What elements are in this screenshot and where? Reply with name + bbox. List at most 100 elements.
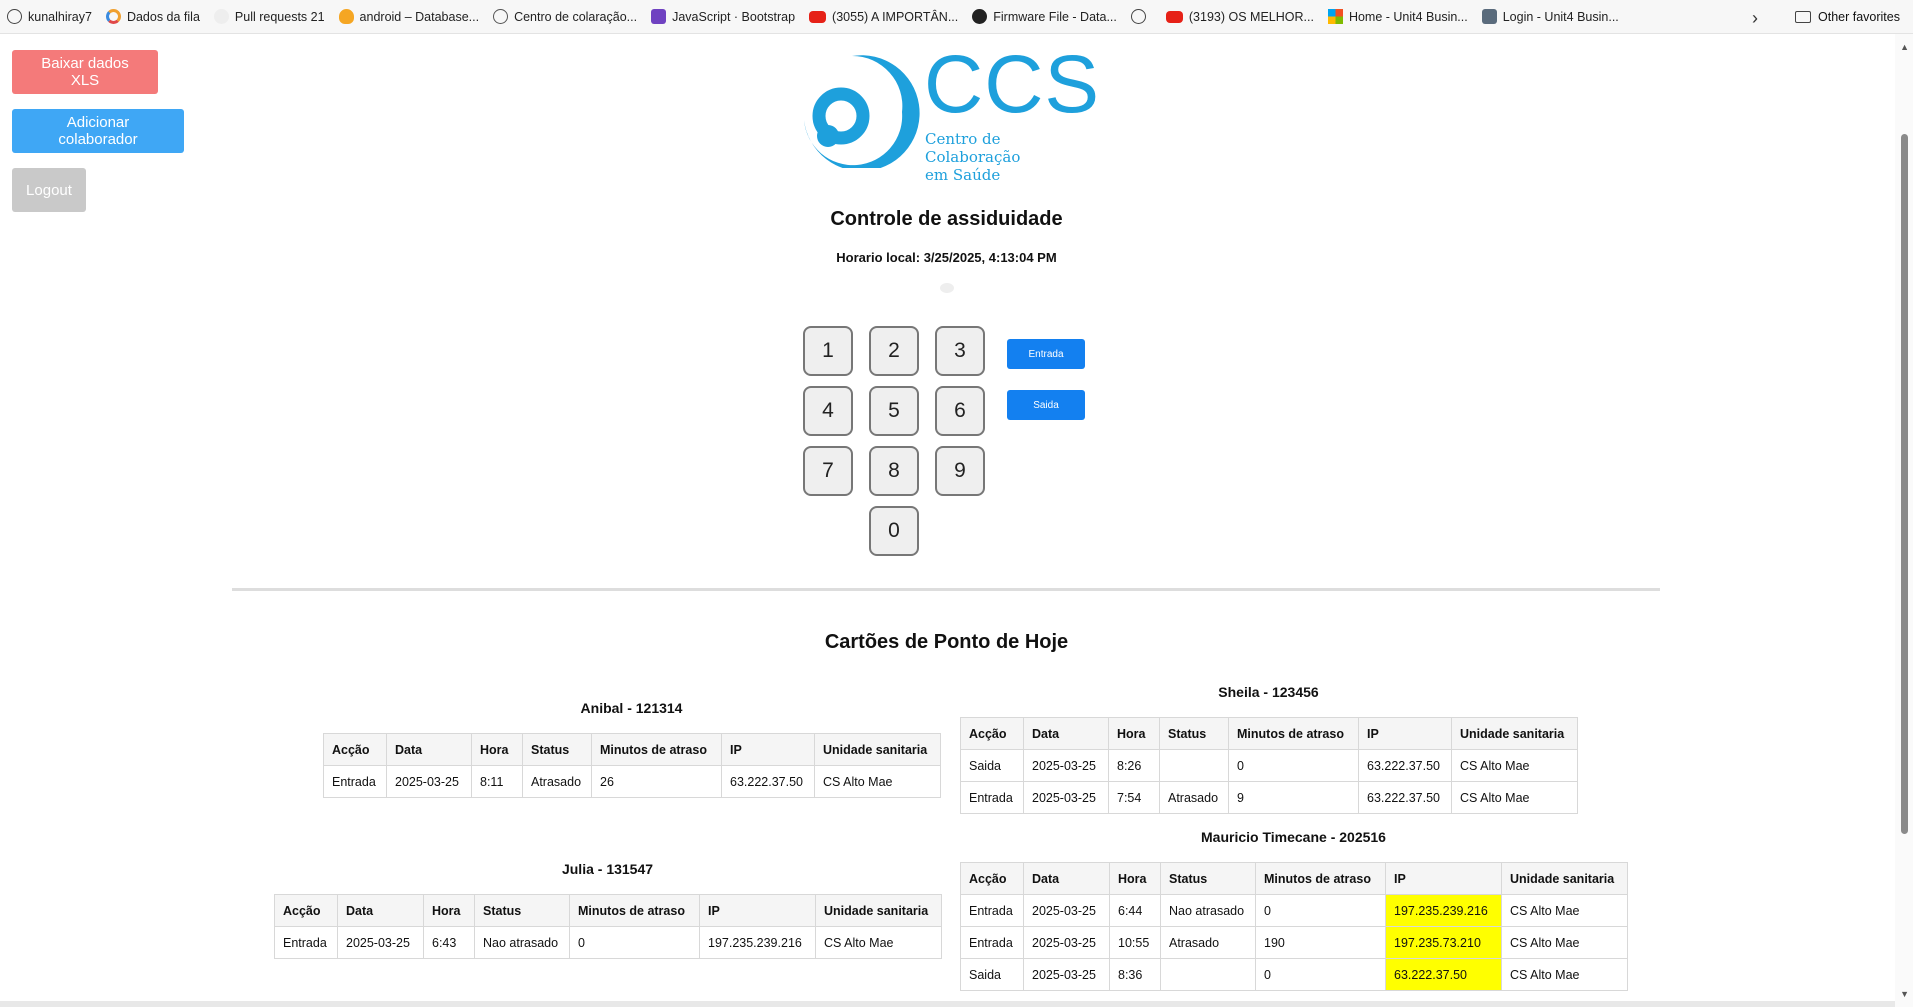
- bs-icon: [651, 9, 667, 24]
- bookmark-label: Centro de colaração...: [514, 9, 638, 24]
- bookmark-item[interactable]: JavaScript · Bootstrap: [644, 0, 802, 34]
- keypad-key-2[interactable]: 2: [869, 326, 919, 376]
- column-header: Minutos de atraso: [1255, 862, 1386, 895]
- column-header: Unidade sanitaria: [814, 733, 941, 766]
- bookmark-label: Home - Unit4 Busin...: [1348, 9, 1468, 24]
- table-cell: Entrada: [960, 926, 1024, 959]
- timecard-table: Acção Data Hora Status Minutos de atraso IP Un…: [274, 894, 942, 959]
- column-header: Status: [1160, 862, 1256, 895]
- timecard-title: Sheila - 123456: [1218, 684, 1319, 700]
- table-cell: [1160, 958, 1256, 991]
- table-cell: CS Alto Mae: [814, 765, 941, 798]
- bookmark-label: Pull requests 21: [234, 9, 325, 24]
- table-cell: 197.235.73.210: [1385, 926, 1502, 959]
- bookmark-item[interactable]: Pull requests 21: [207, 0, 332, 34]
- saida-button[interactable]: Saida: [1007, 390, 1085, 420]
- column-header: IP: [1358, 717, 1452, 750]
- table-cell: 2025-03-25: [337, 926, 424, 959]
- fw-icon: [972, 9, 988, 24]
- table-cell: 0: [1255, 894, 1386, 927]
- bookmark-label: (3193) OS MELHOR...: [1188, 9, 1314, 24]
- column-header: Acção: [323, 733, 387, 766]
- table-cell: 0: [569, 926, 700, 959]
- bookmark-label: Dados da fila: [126, 9, 200, 24]
- column-header: Data: [1023, 862, 1110, 895]
- table-cell: 10:55: [1109, 926, 1161, 959]
- table-cell: 7:54: [1108, 781, 1160, 814]
- local-time: Horario local: 3/25/2025, 4:13:04 PM: [836, 250, 1057, 265]
- table-row: Saida 2025-03-25 8:36 0 63.222.37.50 CS Alto …: [960, 958, 1628, 991]
- table-cell: 63.222.37.50: [1358, 781, 1452, 814]
- table-cell: 2025-03-25: [1023, 894, 1110, 927]
- keypad-key-0[interactable]: 0: [869, 506, 919, 556]
- bookmark-item[interactable]: Centro de colaração...: [486, 0, 644, 34]
- table-cell: CS Alto Mae: [815, 926, 942, 959]
- yt-icon: [809, 10, 827, 23]
- scrollbar-thumb[interactable]: [1901, 134, 1908, 834]
- entrada-button[interactable]: Entrada: [1007, 339, 1085, 369]
- table-cell: CS Alto Mae: [1501, 894, 1628, 927]
- logout-button[interactable]: Logout: [12, 168, 86, 212]
- globe-icon: [1130, 9, 1146, 24]
- bookmark-item[interactable]: Dados da fila: [99, 0, 207, 34]
- logo-subtitle-line1: Centro de Colaboração: [925, 130, 1021, 166]
- column-header: IP: [699, 894, 816, 927]
- table-cell: Atrasado: [1159, 781, 1229, 814]
- table-cell: 2025-03-25: [1023, 781, 1109, 814]
- scroll-down-icon[interactable]: ▼: [1900, 989, 1909, 999]
- download-xls-button[interactable]: Baixar dados XLS: [12, 50, 158, 94]
- keypad-key-1[interactable]: 1: [803, 326, 853, 376]
- table-cell: 2025-03-25: [1023, 926, 1110, 959]
- table-cell: Entrada: [960, 781, 1024, 814]
- chevron-right-icon[interactable]: ›: [1752, 8, 1758, 29]
- bookmark-label: (3055) A IMPORTÂN...: [832, 9, 959, 24]
- ccs-logo-mark: [804, 55, 920, 172]
- bookmark-item[interactable]: Login - Unit4 Busin...: [1475, 0, 1626, 34]
- gh-icon: [213, 9, 229, 24]
- table-cell: 8:11: [471, 765, 523, 798]
- ring-icon: [105, 9, 121, 24]
- table-header-row: Acção Data Hora Status Minutos de atraso IP Un…: [960, 862, 1628, 895]
- table-row: Entrada 2025-03-25 7:54 Atrasado 9 63.222.37.…: [960, 781, 1578, 814]
- horizontal-scrollbar[interactable]: [0, 1001, 1895, 1007]
- keypad-key-3[interactable]: 3: [935, 326, 985, 376]
- table-cell: 9: [1228, 781, 1359, 814]
- globe-icon: [7, 9, 22, 24]
- scroll-up-icon[interactable]: ▲: [1900, 42, 1909, 52]
- bookmark-item[interactable]: (3193) OS MELHOR...: [1159, 0, 1321, 34]
- bookmark-item[interactable]: android – Database...: [332, 0, 487, 34]
- add-collaborator-button[interactable]: Adicionar colaborador: [12, 109, 184, 153]
- column-header: Minutos de atraso: [1228, 717, 1359, 750]
- fire-icon: [338, 9, 354, 24]
- bookmark-item[interactable]: kunalhiray7: [0, 0, 99, 34]
- column-header: Unidade sanitaria: [1451, 717, 1578, 750]
- column-header: Hora: [1108, 717, 1160, 750]
- table-cell: Entrada: [274, 926, 338, 959]
- vertical-scrollbar[interactable]: ▲ ▼: [1895, 34, 1913, 1007]
- timecard-title: Julia - 131547: [561, 861, 654, 877]
- table-cell: 197.235.239.216: [699, 926, 816, 959]
- keypad-key-7[interactable]: 7: [803, 446, 853, 496]
- bookmark-item[interactable]: [1124, 0, 1159, 34]
- ms-icon: [1327, 9, 1343, 24]
- timecard-table: Acção Data Hora Status Minutos de atraso IP Un…: [960, 862, 1628, 991]
- timecard-title: Anibal - 121314: [580, 700, 683, 716]
- bookmark-item[interactable]: Firmware File - Data...: [965, 0, 1124, 34]
- u4-icon: [1481, 9, 1497, 24]
- yt-icon: [1165, 10, 1183, 23]
- table-cell: Entrada: [960, 894, 1024, 927]
- bookmark-item[interactable]: Home - Unit4 Busin...: [1321, 0, 1475, 34]
- keypad-key-5[interactable]: 5: [869, 386, 919, 436]
- bookmark-item[interactable]: (3055) A IMPORTÂN...: [802, 0, 965, 34]
- table-header-row: Acção Data Hora Status Minutos de atraso IP Un…: [274, 894, 942, 927]
- column-header: Unidade sanitaria: [815, 894, 942, 927]
- keypad-key-9[interactable]: 9: [935, 446, 985, 496]
- other-favorites[interactable]: Other favorites: [1795, 0, 1900, 34]
- bookmark-label: android – Database...: [359, 9, 480, 24]
- keypad-key-8[interactable]: 8: [869, 446, 919, 496]
- keypad-key-4[interactable]: 4: [803, 386, 853, 436]
- keypad-key-6[interactable]: 6: [935, 386, 985, 436]
- table-cell: CS Alto Mae: [1451, 749, 1578, 782]
- table-header-row: Acção Data Hora Status Minutos de atraso IP Un…: [323, 733, 941, 766]
- folder-icon: [1795, 11, 1811, 23]
